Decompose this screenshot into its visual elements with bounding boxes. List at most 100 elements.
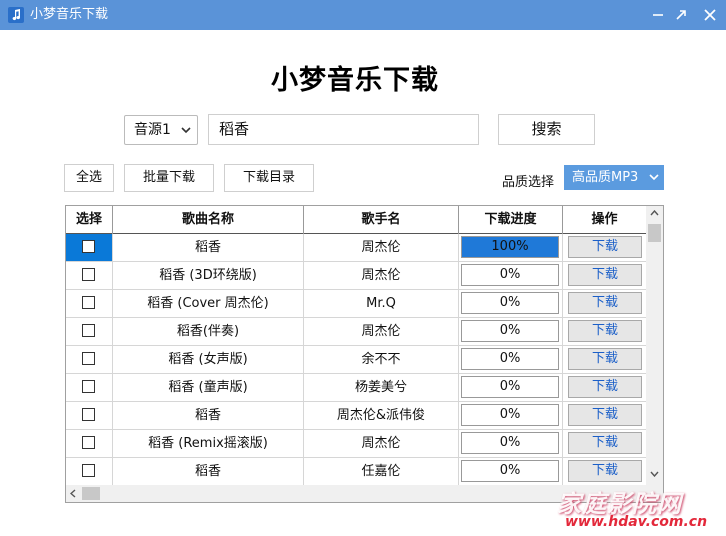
header-progress[interactable]: 下载进度 [459,206,563,234]
row-checkbox[interactable] [82,380,95,393]
scroll-down-icon[interactable] [650,471,659,477]
song-table: 选择 歌曲名称 歌手名 下载进度 操作 稻香 周杰伦 100% 下载 稻香 (3D环绕版… [65,205,664,503]
select-cell [66,402,113,429]
table-row[interactable]: 稻香(伴奏) 周杰伦 0% 下载 [66,318,646,346]
progress-text: 0% [499,407,521,422]
select-all-button[interactable]: 全选 [64,164,114,192]
download-button[interactable]: 下载 [568,376,642,398]
progress-cell: 0% [459,374,563,401]
action-cell: 下载 [563,402,646,429]
song-name-cell: 稻香 (童声版) [113,374,304,401]
progress-cell: 0% [459,290,563,317]
table-header: 选择 歌曲名称 歌手名 下载进度 操作 [66,206,646,234]
progress-cell: 100% [459,234,563,261]
progress-text: 0% [499,351,521,366]
download-button[interactable]: 下载 [568,348,642,370]
download-button[interactable]: 下载 [568,404,642,426]
row-checkbox[interactable] [82,268,95,281]
select-cell [66,234,113,261]
horizontal-scroll-thumb[interactable] [82,487,100,500]
chevron-down-icon [649,174,659,181]
progress-text: 0% [499,295,521,310]
select-cell [66,262,113,289]
progress-bar: 0% [461,432,559,454]
watermark-url: www.hdav.com.cn [565,514,708,530]
artist-cell: 周杰伦 [304,430,459,457]
action-cell: 下载 [563,374,646,401]
header-select[interactable]: 选择 [66,206,113,234]
scroll-left-icon[interactable] [70,489,76,498]
progress-bar: 0% [461,376,559,398]
chevron-down-icon [181,127,191,134]
progress-text: 0% [499,435,521,450]
artist-cell: 杨姜美兮 [304,374,459,401]
page-title: 小梦音乐下载 [271,65,439,96]
progress-cell: 0% [459,430,563,457]
minimize-icon [653,14,663,16]
row-checkbox[interactable] [82,408,95,421]
artist-cell: 周杰伦 [304,318,459,345]
download-button[interactable]: 下载 [568,236,642,258]
progress-cell: 0% [459,346,563,373]
window-title: 小梦音乐下载 [30,7,109,22]
scroll-up-icon[interactable] [650,210,659,216]
table-row[interactable]: 稻香 任嘉伦 0% 下载 [66,458,646,486]
select-cell [66,374,113,401]
table-row[interactable]: 稻香 (童声版) 杨姜美兮 0% 下载 [66,374,646,402]
maximize-icon [676,10,686,20]
progress-bar: 0% [461,264,559,286]
table-row[interactable]: 稻香 (Remix摇滚版) 周杰伦 0% 下载 [66,430,646,458]
header-artist[interactable]: 歌手名 [304,206,459,234]
vertical-scroll-thumb[interactable] [648,224,661,242]
artist-cell: 余不不 [304,346,459,373]
song-name-cell: 稻香 (Cover 周杰伦) [113,290,304,317]
row-checkbox[interactable] [82,464,95,477]
action-cell: 下载 [563,318,646,345]
download-button[interactable]: 下载 [568,432,642,454]
quality-select[interactable]: 高品质MP3 [564,165,664,190]
row-checkbox[interactable] [82,296,95,309]
progress-bar: 0% [461,404,559,426]
close-button[interactable] [693,0,726,30]
table-row[interactable]: 稻香 周杰伦&派伟俊 0% 下载 [66,402,646,430]
search-input[interactable]: 稻香 [208,114,479,145]
quality-label: 品质选择 [502,175,555,190]
progress-text: 0% [499,463,521,478]
row-checkbox[interactable] [82,352,95,365]
action-cell: 下载 [563,458,646,485]
select-cell [66,430,113,457]
song-name-cell: 稻香 [113,458,304,485]
batch-download-button[interactable]: 批量下载 [124,164,214,192]
progress-text: 100% [491,239,529,254]
select-cell [66,346,113,373]
row-checkbox[interactable] [82,240,95,253]
progress-text: 0% [499,379,521,394]
vertical-scrollbar[interactable] [646,206,663,485]
select-cell [66,290,113,317]
song-name-cell: 稻香 (Remix摇滚版) [113,430,304,457]
download-button[interactable]: 下载 [568,292,642,314]
action-cell: 下载 [563,234,646,261]
progress-bar: 100% [461,236,559,258]
progress-text: 0% [499,323,521,338]
search-input-value: 稻香 [219,120,250,138]
row-checkbox[interactable] [82,324,95,337]
download-directory-button[interactable]: 下载目录 [224,164,314,192]
progress-text: 0% [499,267,521,282]
row-checkbox[interactable] [82,436,95,449]
title-bar: 小梦音乐下载 [0,0,726,30]
table-row[interactable]: 稻香 (Cover 周杰伦) Mr.Q 0% 下载 [66,290,646,318]
table-row[interactable]: 稻香 周杰伦 100% 下载 [66,234,646,262]
search-button[interactable]: 搜索 [498,114,595,145]
action-cell: 下载 [563,290,646,317]
source-select[interactable]: 音源1 [124,115,198,145]
table-row[interactable]: 稻香 (3D环绕版) 周杰伦 0% 下载 [66,262,646,290]
progress-cell: 0% [459,262,563,289]
quality-select-value: 高品质MP3 [572,170,639,185]
download-button[interactable]: 下载 [568,320,642,342]
download-button[interactable]: 下载 [568,460,642,482]
header-song-name[interactable]: 歌曲名称 [113,206,304,234]
download-button[interactable]: 下载 [568,264,642,286]
table-row[interactable]: 稻香 (女声版) 余不不 0% 下载 [66,346,646,374]
header-action[interactable]: 操作 [563,206,646,234]
